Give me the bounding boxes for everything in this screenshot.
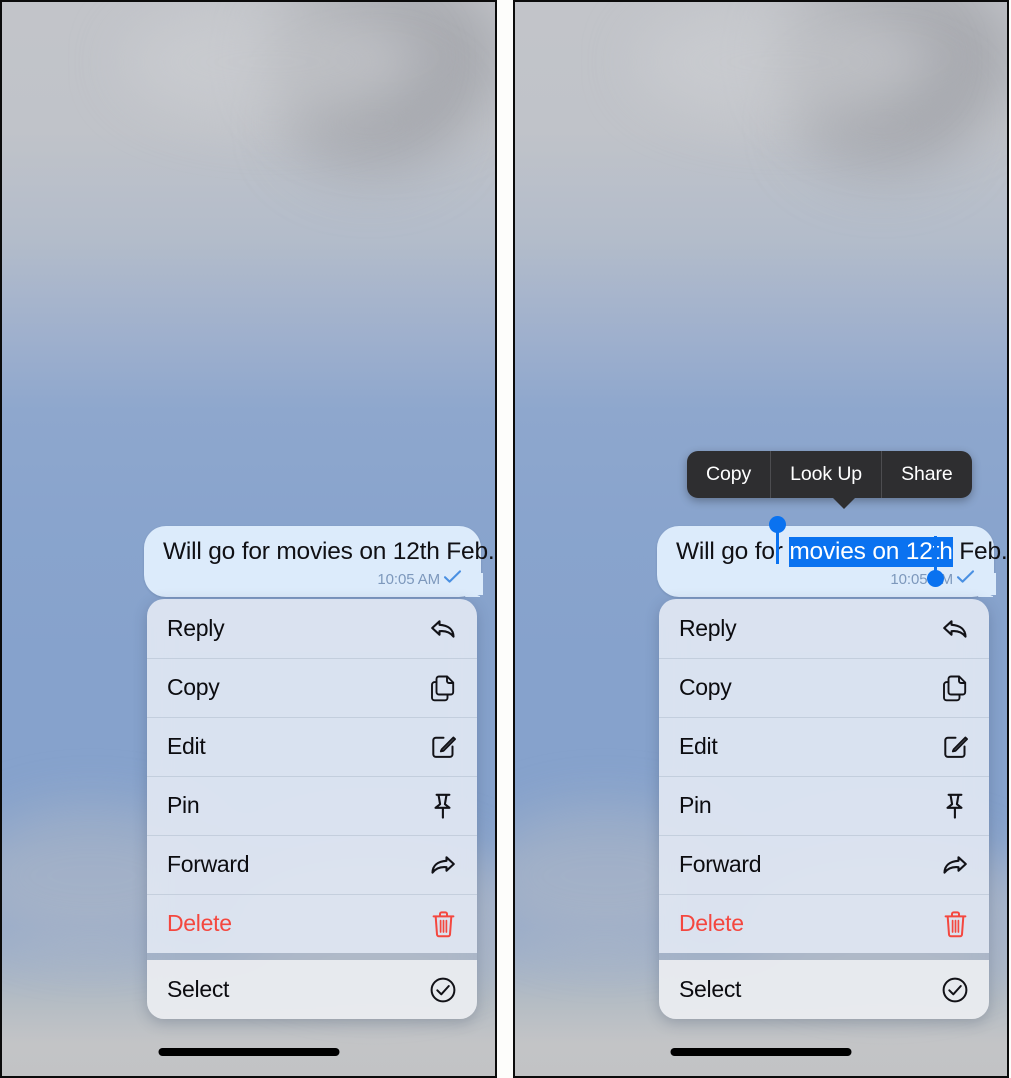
reply-arrow-icon [940, 614, 970, 644]
message-bubble[interactable]: Will go for movies on 12th Feb. 10:05 AM [144, 526, 495, 597]
message-bubble-container: Copy Look Up Share Will go for movies on… [657, 451, 1007, 597]
callout-item-label: Copy [706, 463, 752, 485]
pushpin-icon [428, 791, 458, 821]
context-menu-item-label: Reply [679, 615, 737, 641]
forward-arrow-icon [940, 850, 970, 880]
trash-icon [428, 909, 458, 939]
context-menu-item-label: Copy [679, 674, 732, 700]
message-bubble-container: Will go for movies on 12th Feb. 10:05 AM [144, 526, 495, 597]
message-context-menu-panel: Will go for movies on 12th Feb. 10:05 AM… [0, 0, 497, 1078]
message-meta: 10:05 AM [163, 569, 462, 589]
pushpin-icon [940, 791, 970, 821]
callout-item-copy[interactable]: Copy [687, 451, 770, 498]
copy-pages-icon [428, 673, 458, 703]
message-text-after: Feb. [952, 538, 1008, 565]
message-timestamp: 10:05 AM [377, 570, 440, 588]
wallpaper-cloud [635, 2, 935, 122]
callout-arrow [832, 497, 856, 509]
text-selection-panel: Copy Look Up Share Will go for movies on… [513, 0, 1009, 1078]
pencil-square-icon [428, 732, 458, 762]
wallpaper-cloud [122, 2, 422, 122]
callout-item-label: Share [901, 463, 953, 485]
checkmark-icon [956, 569, 975, 589]
wallpaper-cloud [265, 2, 495, 142]
context-menu-item-label: Reply [167, 615, 225, 641]
callout-item-share[interactable]: Share [881, 451, 972, 498]
context-menu-item-label: Pin [167, 792, 200, 818]
context-menu-item-label: Forward [167, 851, 250, 877]
context-menu-item-copy[interactable]: Copy [659, 658, 989, 717]
selected-text[interactable]: movies on 12th [789, 537, 953, 567]
selection-handle-end[interactable] [927, 570, 944, 587]
context-menu-item-pin[interactable]: Pin [147, 776, 477, 835]
context-menu-secondary-group: Select [659, 960, 989, 1019]
message-context-menu: Reply Copy Edit Pin Forward Delete Selec… [659, 599, 989, 1019]
bubble-tail [974, 573, 1000, 597]
context-menu-item-copy[interactable]: Copy [147, 658, 477, 717]
wallpaper-cloud [797, 62, 967, 182]
context-menu-item-label: Copy [167, 674, 220, 700]
bubble-tail [461, 573, 487, 597]
context-menu-secondary-group: Select [147, 960, 477, 1019]
message-context-menu: Reply Copy Edit Pin Forward Delete Selec… [147, 599, 477, 1019]
home-indicator[interactable] [158, 1048, 339, 1056]
screenshot-stage: Will go for movies on 12th Feb. 10:05 AM… [0, 0, 1011, 1078]
context-menu-primary-group: Reply Copy Edit Pin Forward Delete [659, 599, 989, 953]
trash-icon [940, 909, 970, 939]
wallpaper-cloud [777, 2, 1007, 142]
context-menu-primary-group: Reply Copy Edit Pin Forward Delete [147, 599, 477, 953]
pencil-square-icon [940, 732, 970, 762]
context-menu-item-label: Pin [679, 792, 712, 818]
wallpaper-cloud [285, 62, 455, 182]
context-menu-item-forward[interactable]: Forward [147, 835, 477, 894]
context-menu-item-delete[interactable]: Delete [147, 894, 477, 953]
context-menu-item-select[interactable]: Select [659, 960, 989, 1019]
context-menu-item-label: Select [167, 976, 230, 1002]
context-menu-item-forward[interactable]: Forward [659, 835, 989, 894]
context-menu-item-label: Edit [679, 733, 718, 759]
context-menu-item-edit[interactable]: Edit [659, 717, 989, 776]
check-circle-icon [940, 975, 970, 1005]
copy-pages-icon [940, 673, 970, 703]
check-circle-icon [428, 975, 458, 1005]
context-menu-item-edit[interactable]: Edit [147, 717, 477, 776]
context-menu-item-select[interactable]: Select [147, 960, 477, 1019]
context-menu-item-reply[interactable]: Reply [659, 599, 989, 658]
reply-arrow-icon [428, 614, 458, 644]
message-text: Will go for movies on 12th Feb. [163, 538, 495, 565]
context-menu-item-label: Edit [167, 733, 206, 759]
callout-item-look-up[interactable]: Look Up [770, 451, 881, 498]
context-menu-item-label: Delete [167, 910, 232, 936]
context-menu-item-delete[interactable]: Delete [659, 894, 989, 953]
forward-arrow-icon [428, 850, 458, 880]
context-menu-item-label: Delete [679, 910, 744, 936]
text-selection-callout: Copy Look Up Share [687, 451, 972, 509]
message-bubble[interactable]: Will go for movies on 12th Feb. 10:05 AM [657, 516, 1007, 597]
context-menu-item-label: Forward [679, 851, 762, 877]
home-indicator[interactable] [670, 1048, 852, 1056]
checkmark-icon [443, 569, 462, 589]
message-text: Will go for movies on 12th Feb. [676, 537, 1007, 567]
message-text-before: Will go for [676, 538, 790, 565]
context-menu-item-reply[interactable]: Reply [147, 599, 477, 658]
context-menu-item-label: Select [679, 976, 742, 1002]
context-menu-item-pin[interactable]: Pin [659, 776, 989, 835]
selection-handle-start[interactable] [769, 516, 786, 533]
callout-item-label: Look Up [790, 463, 863, 485]
